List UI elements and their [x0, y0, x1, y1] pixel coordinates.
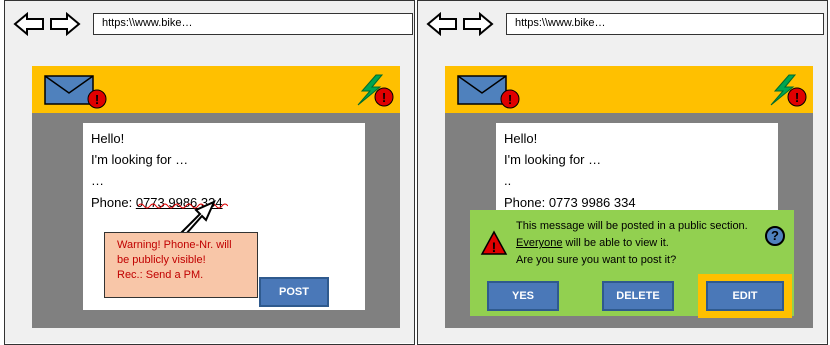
delete-button[interactable]: DELETE: [602, 281, 674, 311]
envelope-icon[interactable]: !: [44, 75, 114, 109]
message-line: I'm looking for …: [504, 152, 602, 167]
nav-arrows: [13, 12, 81, 36]
yes-button[interactable]: YES: [487, 281, 559, 311]
nav-arrows: [426, 12, 494, 36]
notification-badge-icon: !: [87, 89, 107, 109]
svg-text:!: !: [95, 92, 99, 107]
dialog-line: Are you sure you want to post it?: [516, 254, 677, 266]
warning-line: be publicly visible!: [117, 254, 206, 266]
message-line: …: [91, 173, 104, 188]
back-arrow-icon[interactable]: [426, 12, 457, 36]
browser-toolbar: https:\\www.bike…: [5, 1, 414, 43]
app-header: ! !: [32, 66, 400, 113]
notification-badge-icon: !: [374, 87, 394, 107]
phone-number: 0773 9986 334: [548, 195, 636, 210]
notification-badge-icon: !: [787, 87, 807, 107]
envelope-icon[interactable]: !: [457, 75, 527, 109]
warning-triangle-icon: !: [480, 230, 508, 255]
message-line: Hello!: [91, 131, 125, 146]
svg-text:!: !: [492, 239, 497, 255]
phone-label: Phone:: [504, 195, 549, 210]
phone-line: Phone: 0773 9986 334: [504, 195, 636, 210]
lightning-icon[interactable]: !: [354, 73, 398, 109]
forward-arrow-icon[interactable]: [463, 12, 494, 36]
browser-toolbar: https:\\www.bike…: [418, 1, 827, 43]
svg-text:!: !: [795, 90, 799, 105]
forward-arrow-icon[interactable]: [50, 12, 81, 36]
warning-line: Warning! Phone-Nr. will: [117, 239, 232, 251]
dialog-line: This message will be posted in a public …: [516, 220, 748, 232]
help-icon[interactable]: ?: [765, 226, 785, 246]
svg-text:!: !: [508, 92, 512, 107]
phone-label: Phone:: [91, 195, 136, 210]
back-arrow-icon[interactable]: [13, 12, 44, 36]
svg-text:!: !: [382, 90, 386, 105]
phone-warning-tooltip: Warning! Phone-Nr. will be publicly visi…: [104, 232, 258, 298]
url-input[interactable]: https:\\www.bike…: [93, 13, 413, 35]
app-header: ! !: [445, 66, 813, 113]
edit-button[interactable]: EDIT: [706, 281, 784, 311]
message-line: I'm looking for …: [91, 152, 189, 167]
dialog-emphasis: Everyone: [516, 237, 563, 249]
message-line: ..: [504, 173, 512, 188]
message-line: Hello!: [504, 131, 538, 146]
url-input[interactable]: https:\\www.bike…: [506, 13, 824, 35]
lightning-icon[interactable]: !: [767, 73, 811, 109]
dialog-line: Everyone will be able to view it.: [516, 237, 669, 249]
notification-badge-icon: !: [500, 89, 520, 109]
dialog-line-rest: will be able to view it.: [562, 237, 669, 249]
post-button[interactable]: POST: [259, 277, 329, 307]
warning-line: Rec.: Send a PM.: [117, 269, 204, 281]
